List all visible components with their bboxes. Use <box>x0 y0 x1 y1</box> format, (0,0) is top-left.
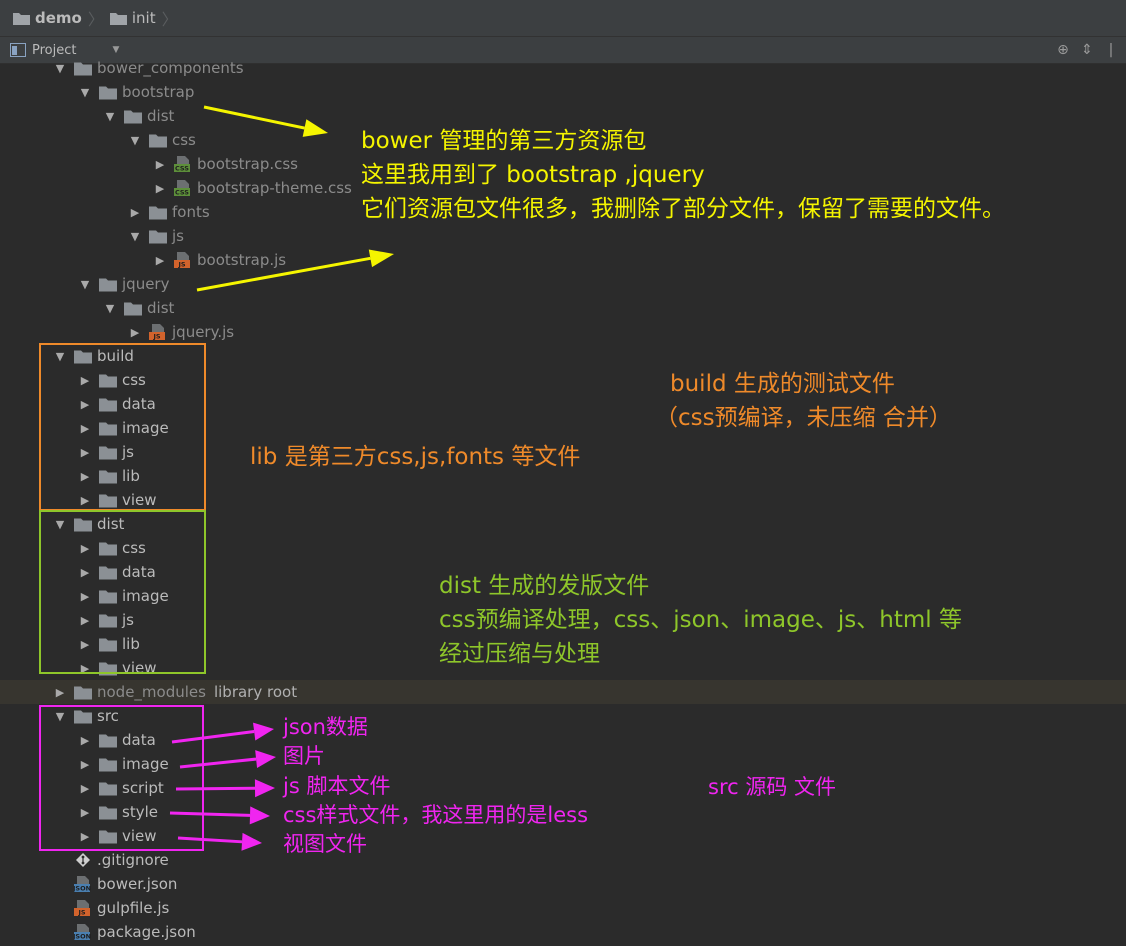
annotation-bower-1: bower 管理的第三方资源包 <box>361 128 647 154</box>
src-style-arrow-head <box>249 806 270 825</box>
src-view-arrow-shaft <box>177 836 243 844</box>
annotation-dist-2: css预编译处理，css、json、image、js、html 等 <box>439 607 962 633</box>
src-image-arrow-head <box>255 750 276 769</box>
annotation-dist-1: dist 生成的发版文件 <box>439 573 650 599</box>
bower-arrow-1-shaft <box>203 105 305 130</box>
annotation-src: src 源码 文件 <box>708 775 837 799</box>
annotation-build-1: build 生成的测试文件 <box>670 371 895 397</box>
annotation-bower-3: 它们资源包文件很多，我删除了部分文件，保留了需要的文件。 <box>361 196 1005 222</box>
src-data-arrow-head <box>253 722 274 741</box>
src-data-arrow-shaft <box>171 730 255 744</box>
annotation-build-2: （css预编译，未压缩 合并） <box>655 405 952 431</box>
annotation-bower-2: 这里我用到了 bootstrap ,jquery <box>361 162 705 188</box>
dist-box <box>39 510 206 674</box>
bower-arrow-2-shaft <box>196 256 371 292</box>
src-style-arrow-shaft <box>169 811 251 817</box>
src-image-arrow-shaft <box>179 757 257 769</box>
bower-arrow-2-head <box>368 249 394 268</box>
annotation-src-style: css样式文件，我这里用的是less <box>283 803 589 827</box>
annotation-lib: lib 是第三方css,js,fonts 等文件 <box>250 444 581 470</box>
annotation-src-view: 视图文件 <box>283 832 367 856</box>
src-script-arrow-head <box>254 779 275 798</box>
src-script-arrow-shaft <box>175 786 256 791</box>
annotation-src-image: 图片 <box>283 744 325 768</box>
annotation-src-data: json数据 <box>283 715 368 739</box>
annotation-dist-3: 经过压缩与处理 <box>439 641 600 667</box>
bower-arrow-1-head <box>302 119 328 137</box>
annotation-src-script: js 脚本文件 <box>283 774 391 798</box>
src-view-arrow-head <box>241 832 262 851</box>
build-box <box>39 343 206 511</box>
src-box <box>39 705 204 851</box>
